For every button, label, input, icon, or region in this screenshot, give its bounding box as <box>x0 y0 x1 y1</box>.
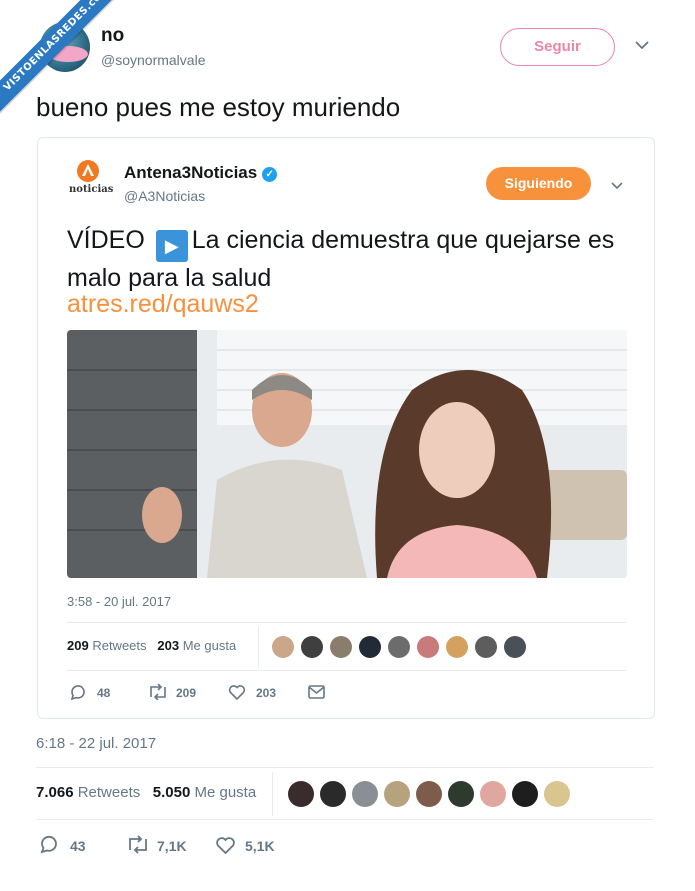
quoted-tweet-text: VÍDEO ▶ La ciencia demuestra que quejarse… <box>67 224 627 294</box>
tweet-engagement-stats[interactable]: 7.066 Retweets 5.050 Me gusta <box>36 784 256 801</box>
quoted-retweet-short: 209 <box>176 686 197 700</box>
quoted-body: La ciencia demuestra que quejarse es mal… <box>67 226 615 292</box>
avatar[interactable] <box>288 781 314 807</box>
quoted-retweets-label: Retweets <box>92 638 147 653</box>
retweet-count: 7.066 <box>36 784 74 801</box>
avatar[interactable] <box>388 636 410 658</box>
direct-message-icon[interactable] <box>308 685 325 704</box>
quoted-reply-count: 48 <box>97 686 111 700</box>
likes-label: Me gusta <box>194 784 257 801</box>
video-prefix: VÍDEO <box>67 226 145 254</box>
quoted-name-text: Antena3Noticias <box>124 163 258 182</box>
tweet-timestamp[interactable]: 6:18 - 22 jul. 2017 <box>36 735 156 752</box>
follow-button[interactable]: Seguir <box>500 28 615 66</box>
retweet-icon[interactable] <box>147 683 169 705</box>
avatar[interactable] <box>446 636 468 658</box>
tweet-text: bueno pues me estoy muriendo <box>36 92 401 122</box>
avatar[interactable] <box>359 636 381 658</box>
author-name[interactable]: no <box>101 25 124 47</box>
reply-icon[interactable] <box>69 684 87 706</box>
avatar[interactable] <box>320 781 346 807</box>
quoted-like-count: 203 <box>157 638 180 653</box>
quoted-author-name[interactable]: Antena3Noticias ✓ <box>124 163 278 183</box>
play-icon: ▶ <box>155 230 188 262</box>
divider <box>36 819 654 820</box>
divider <box>67 622 627 623</box>
like-icon[interactable] <box>215 836 236 859</box>
retweets-label: Retweets <box>77 784 141 801</box>
like-short-count: 5,1K <box>245 838 275 854</box>
reply-count: 43 <box>70 838 86 854</box>
divider <box>272 772 273 816</box>
logo-label: noticias <box>69 184 114 195</box>
quoted-avatar[interactable]: noticias <box>69 160 114 202</box>
quoted-link[interactable]: atres.red/qauws2 <box>67 290 259 319</box>
quoted-retweet-count: 209 <box>67 638 89 653</box>
avatar[interactable] <box>301 636 323 658</box>
media-image[interactable] <box>67 330 627 578</box>
quoted-timestamp[interactable]: 3:58 - 20 jul. 2017 <box>67 594 171 609</box>
avatar[interactable] <box>416 781 442 807</box>
avatar[interactable] <box>475 636 497 658</box>
avatar[interactable] <box>417 636 439 658</box>
like-count: 5.050 <box>152 784 191 801</box>
avatar[interactable] <box>544 781 570 807</box>
avatar[interactable] <box>512 781 538 807</box>
divider <box>258 626 259 668</box>
divider <box>67 670 627 671</box>
avatar[interactable] <box>352 781 378 807</box>
avatar[interactable] <box>504 636 526 658</box>
antena3-logo-icon <box>77 160 99 182</box>
verified-badge-icon: ✓ <box>262 167 278 182</box>
retweet-short-count: 7,1K <box>157 838 187 854</box>
like-icon[interactable] <box>228 684 246 705</box>
quoted-author-handle[interactable]: @A3Noticias <box>124 188 205 204</box>
chevron-down-icon[interactable] <box>634 38 650 56</box>
quoted-engagement-stats[interactable]: 209 Retweets 203 Me gusta <box>67 638 236 653</box>
divider <box>36 767 654 768</box>
avatar[interactable] <box>330 636 352 658</box>
author-handle[interactable]: @soynormalvale <box>101 52 205 68</box>
avatar[interactable] <box>448 781 474 807</box>
quoted-likes-label: Me gusta <box>182 638 237 653</box>
following-button[interactable]: Siguiendo <box>486 167 591 200</box>
quoted-like-short: 203 <box>256 686 277 700</box>
avatar[interactable] <box>272 636 294 658</box>
avatar[interactable] <box>480 781 506 807</box>
quoted-chevron-down-icon[interactable] <box>610 178 624 196</box>
avatar[interactable] <box>384 781 410 807</box>
reply-icon[interactable] <box>39 835 60 859</box>
retweet-icon[interactable] <box>126 835 150 859</box>
